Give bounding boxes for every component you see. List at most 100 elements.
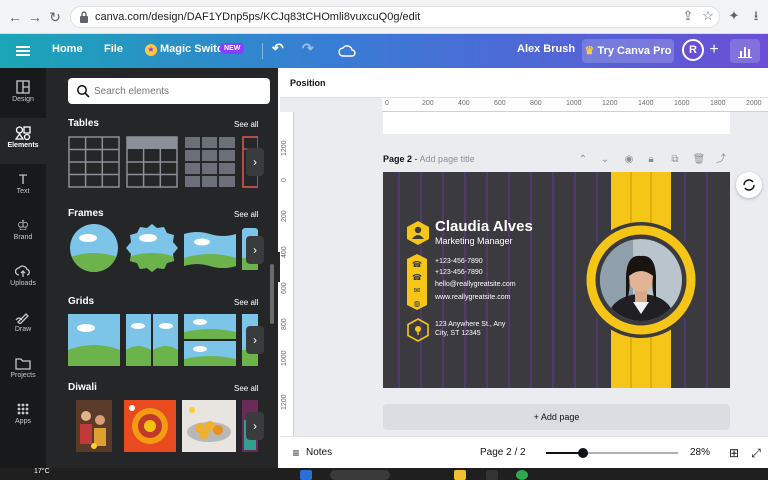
zoom-slider[interactable] [546, 448, 678, 458]
design-page[interactable]: Claudia Alves Marketing Manager ☎ ☎ ✉ ◍ … [383, 172, 730, 388]
bar-chart-icon [738, 47, 752, 58]
diwali-rangoli[interactable] [124, 400, 176, 452]
chevron-right-icon[interactable]: › [246, 148, 264, 176]
search-box[interactable] [68, 78, 270, 104]
grid-thumb[interactable] [184, 314, 236, 366]
app-icon[interactable] [486, 470, 498, 480]
duplicate-icon[interactable]: ⧉ [668, 153, 682, 167]
eye-icon[interactable]: ◉ [622, 153, 636, 167]
page-count[interactable]: Page 2 / 2 [480, 447, 526, 458]
extensions-icon[interactable]: ✦ [726, 8, 742, 24]
card-phone-2[interactable]: +123-456-7890 [435, 269, 483, 276]
zoom-slider-knob[interactable] [578, 448, 588, 458]
chevron-right-icon[interactable]: › [246, 412, 264, 440]
ruler-left: 1200 0 200 400 600 800 1000 1200 [280, 112, 294, 436]
share-icon[interactable]: ⇪ [680, 8, 696, 24]
chevron-right-icon[interactable]: › [246, 236, 264, 264]
svg-text:☎: ☎ [412, 260, 422, 269]
notes-icon[interactable]: ≡ [288, 445, 304, 461]
see-all-diwali[interactable]: See all [234, 384, 258, 393]
bookmark-star-icon[interactable]: ☆ [700, 8, 716, 24]
card-phone-1[interactable]: +123-456-7890 [435, 258, 483, 265]
refresh-design-button[interactable] [736, 172, 762, 198]
rail-item-apps[interactable]: Apps [0, 394, 46, 440]
file-explorer-icon[interactable] [454, 470, 466, 480]
ruler-tick-label: 1200 [281, 394, 288, 410]
rail-label: Apps [15, 418, 31, 425]
cloud-save-icon[interactable] [338, 44, 356, 58]
svg-text:✉: ✉ [414, 286, 421, 295]
card-email[interactable]: hello@reallygreatsite.com [435, 281, 516, 288]
table-thumb[interactable] [184, 136, 236, 188]
scalloped-frame-thumb[interactable] [126, 224, 178, 272]
back-icon[interactable]: ← [6, 8, 24, 26]
see-all-grids[interactable]: See all [234, 298, 258, 307]
trash-icon[interactable]: 🗑︎ [692, 153, 706, 167]
wave-frame-thumb[interactable] [184, 230, 236, 270]
add-page-button[interactable]: + Add page [383, 404, 730, 430]
menu-icon[interactable] [16, 44, 30, 58]
chevron-up-icon[interactable]: ⌃ [576, 153, 590, 167]
card-website[interactable]: www.reallygreatsite.com [435, 294, 510, 301]
layout-icon [16, 80, 30, 94]
undo-icon[interactable]: ↶ [272, 40, 284, 57]
profile-photo[interactable] [593, 232, 689, 328]
plus-icon[interactable]: + [706, 41, 722, 59]
search-taskbar[interactable] [330, 470, 390, 480]
download-icon[interactable]: ⭳ [748, 8, 764, 24]
start-icon[interactable] [300, 470, 312, 480]
lock-icon[interactable]: 🔒︎ [644, 153, 658, 167]
table-thumb[interactable] [68, 136, 120, 188]
zoom-value[interactable]: 28% [690, 447, 710, 458]
ruler-tick-label: 1200 [281, 140, 288, 156]
avatar[interactable]: R [682, 39, 704, 61]
section-title-diwali: Diwali [68, 382, 97, 393]
rail-item-design[interactable]: Design [0, 72, 46, 118]
home-button[interactable]: Home [52, 43, 83, 55]
chevron-down-icon[interactable]: ⌄ [598, 153, 612, 167]
rail-item-elements[interactable]: Elements [0, 118, 46, 164]
grid-thumb[interactable] [68, 314, 120, 366]
card-address-line-1[interactable]: 123 Anywhere St., Any [435, 321, 505, 328]
rail-item-uploads[interactable]: Uploads [0, 256, 46, 302]
ruler-tick-label: 1000 [566, 100, 582, 107]
address-bar[interactable]: canva.com/design/DAF1YDnp5ps/KCJq83tCHOm… [70, 6, 720, 28]
card-name[interactable]: Claudia Alves [435, 218, 533, 235]
search-input[interactable] [94, 83, 264, 99]
see-all-tables[interactable]: See all [234, 120, 258, 129]
chrome-icon[interactable] [516, 470, 528, 480]
try-pro-button[interactable]: ♛ Try Canva Pro [582, 39, 674, 63]
rail-item-brand[interactable]: ♔ Brand [0, 210, 46, 256]
forward-icon[interactable]: → [26, 8, 44, 26]
crown-icon: ♛ [584, 45, 595, 57]
section-title-tables: Tables [68, 118, 99, 129]
panel-scrollbar[interactable] [270, 264, 274, 324]
rail-item-projects[interactable]: Projects [0, 348, 46, 394]
circle-frame-thumb[interactable] [68, 224, 120, 272]
diwali-sweets[interactable] [182, 400, 236, 452]
position-button[interactable]: Position [290, 78, 326, 88]
grid-thumb[interactable] [126, 314, 178, 366]
apps-icon [17, 403, 29, 415]
diwali-photo-family[interactable] [76, 400, 112, 452]
file-menu[interactable]: File [104, 43, 123, 55]
fullscreen-icon[interactable]: ⤢ [748, 445, 764, 461]
page-1-preview[interactable] [383, 112, 730, 134]
grid-view-icon[interactable]: ⊞ [726, 445, 742, 461]
table-thumb[interactable] [126, 136, 178, 188]
rail-label: Design [12, 96, 34, 103]
card-role[interactable]: Marketing Manager [435, 236, 513, 246]
chevron-right-icon[interactable]: › [246, 326, 264, 354]
reload-icon[interactable]: ↻ [46, 8, 64, 26]
insights-button[interactable] [730, 39, 760, 63]
text-icon: T [18, 171, 28, 187]
redo-icon[interactable]: ↷ [302, 40, 314, 57]
rail-item-text[interactable]: T Text [0, 164, 46, 210]
page-title-input[interactable]: Add page title [420, 154, 475, 164]
notes-button[interactable]: Notes [306, 447, 332, 458]
see-all-frames[interactable]: See all [234, 210, 258, 219]
add-page-icon[interactable]: ⤴ [714, 153, 728, 167]
card-address-line-2[interactable]: City, ST 12345 [435, 330, 481, 337]
rail-item-draw[interactable]: Draw [0, 302, 46, 348]
font-name-label[interactable]: Alex Brush [517, 43, 575, 55]
